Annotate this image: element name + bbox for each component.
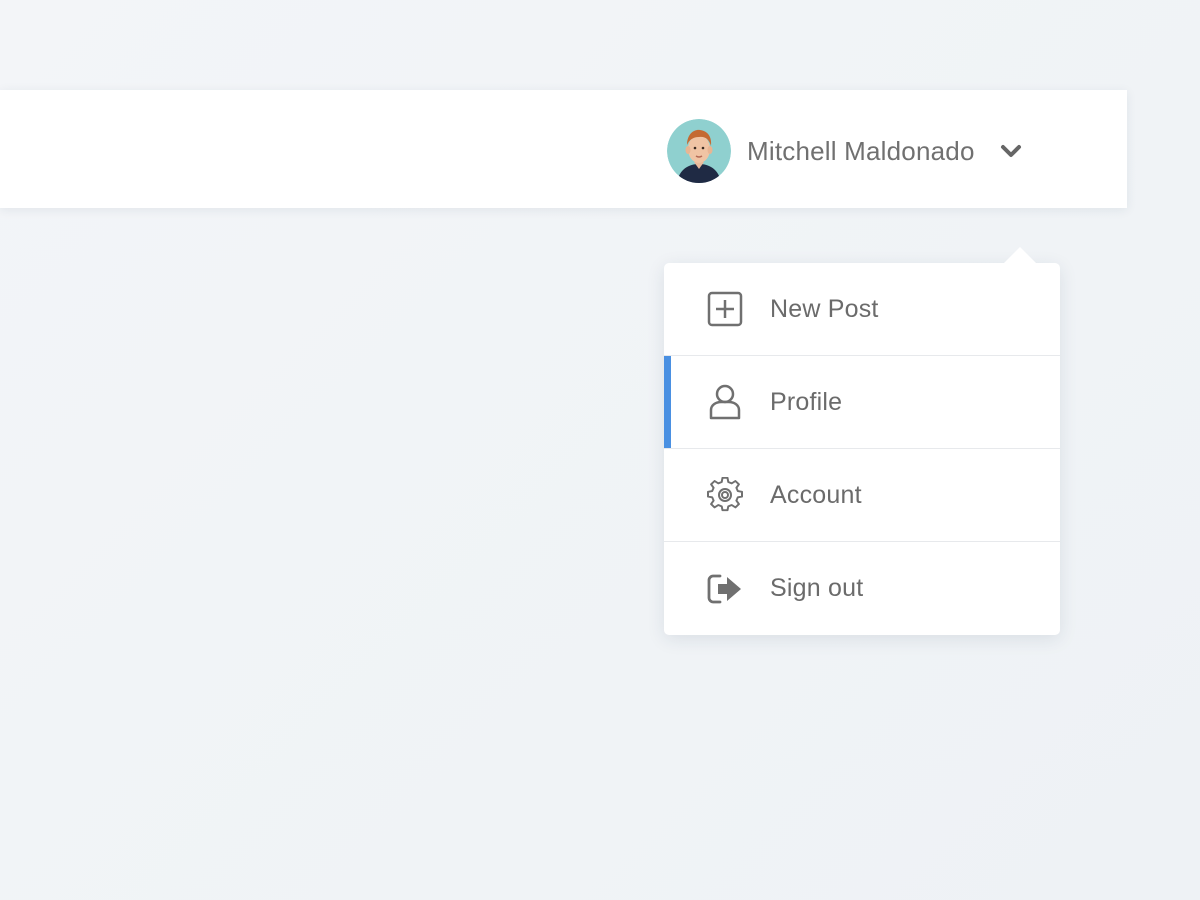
menu-item-label: Account [770,480,862,509]
menu-item-account[interactable]: Account [664,449,1060,542]
sign-out-icon [706,570,744,608]
user-menu-toggle[interactable]: Mitchell Maldonado [667,119,1023,183]
menu-item-sign-out[interactable]: Sign out [664,542,1060,635]
chevron-down-icon[interactable] [999,139,1023,163]
top-navigation-bar: Mitchell Maldonado [0,90,1127,208]
gear-icon [706,476,744,514]
user-icon [706,383,744,421]
menu-item-label: Profile [770,387,843,416]
user-dropdown-menu: New Post Profile Account Sign out [664,247,1060,635]
menu-item-label: New Post [770,294,879,323]
menu-item-label: Sign out [770,574,864,602]
user-name[interactable]: Mitchell Maldonado [747,136,975,167]
menu-item-profile[interactable]: Profile [664,356,1060,449]
avatar[interactable] [667,119,731,183]
avatar-image [667,119,731,183]
dropdown-caret [1004,247,1036,263]
menu-item-new-post[interactable]: New Post [664,263,1060,356]
plus-square-icon [706,290,744,328]
